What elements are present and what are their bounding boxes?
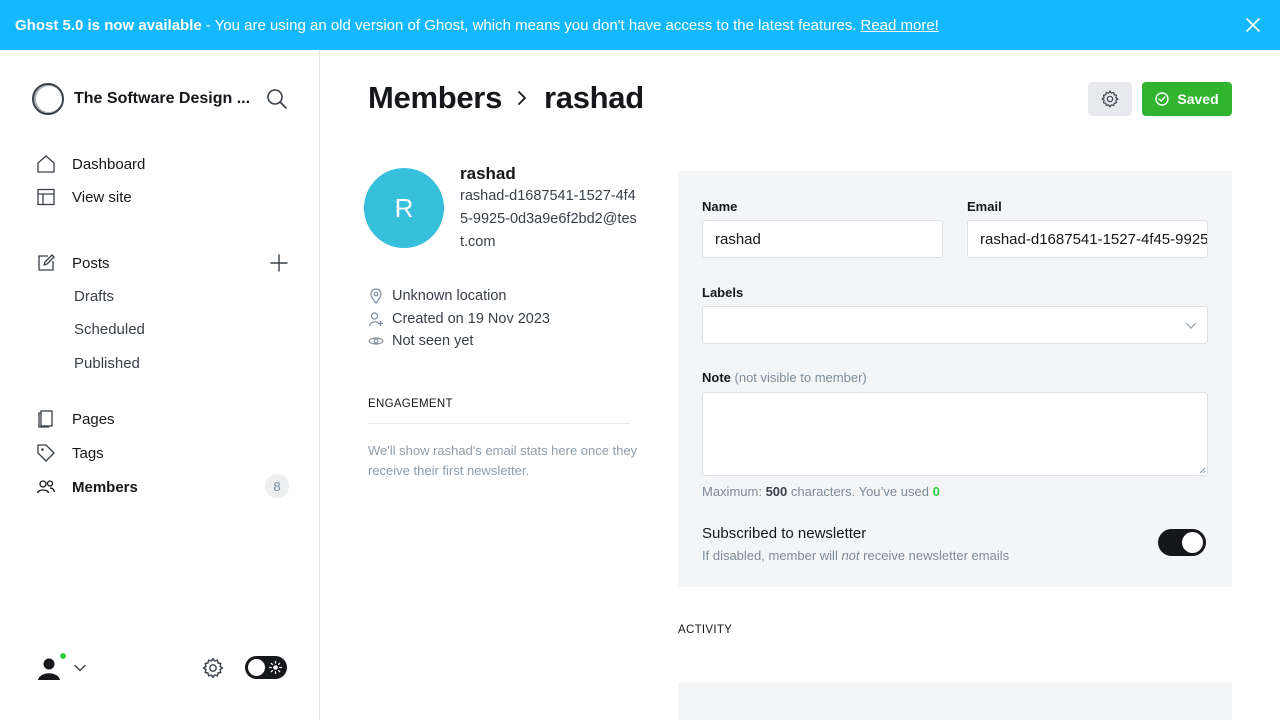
- search-icon[interactable]: [266, 88, 288, 110]
- char-count-used: 0: [932, 484, 940, 499]
- char-count-mid: characters. You’ve used: [790, 484, 929, 499]
- close-icon[interactable]: [1244, 16, 1262, 34]
- banner-message: - You are using an old version of Ghost,…: [205, 16, 857, 34]
- banner-read-more-link[interactable]: Read more!: [860, 17, 938, 34]
- site-logo[interactable]: [32, 83, 64, 115]
- sidebar: The Software Design ... Dashboard View s…: [0, 50, 320, 720]
- theme-toggle[interactable]: [245, 656, 287, 679]
- sidebar-item-label: Dashboard: [72, 155, 146, 173]
- note-char-count: Maximum: 500 characters. You’ve used 0: [702, 484, 940, 499]
- check-circle-icon: [1155, 92, 1170, 106]
- email-field[interactable]: rashad-d1687541-1527-4f45-9925-0d3a9e6f2…: [967, 220, 1208, 258]
- user-add-icon: [368, 312, 383, 327]
- sidebar-item-label: Members: [72, 478, 138, 496]
- created-text: Created on 19 Nov 2023: [392, 311, 550, 327]
- layout-icon: [37, 188, 55, 206]
- sidebar-item-published[interactable]: Published: [74, 355, 140, 372]
- banner-title: Ghost 5.0 is now available: [15, 16, 202, 34]
- member-last-seen: Not seen yet: [368, 333, 473, 349]
- newsletter-toggle[interactable]: [1158, 529, 1206, 556]
- name-label: Name: [702, 199, 738, 214]
- char-count-prefix: Maximum:: [702, 484, 762, 499]
- pages-icon: [38, 410, 53, 428]
- eye-icon: [368, 337, 384, 345]
- sidebar-item-label: View site: [72, 188, 132, 206]
- online-status-dot: [58, 651, 68, 661]
- char-count-max: 500: [765, 484, 788, 499]
- location-text: Unknown location: [392, 288, 507, 304]
- labels-select[interactable]: [702, 306, 1208, 344]
- activity-panel: [678, 682, 1232, 720]
- member-email: rashad-d1687541-1527-4f45-9925-0d3a9e6f2…: [460, 188, 637, 250]
- divider: [368, 423, 630, 424]
- plus-icon[interactable]: [268, 252, 290, 274]
- site-title[interactable]: The Software Design ...: [74, 90, 254, 108]
- page-title: Members rashad: [368, 80, 644, 116]
- members-count-badge: 8: [265, 474, 289, 498]
- note-hint: (not visible to member): [734, 370, 867, 385]
- breadcrumb-members-link[interactable]: Members: [368, 80, 502, 116]
- email-label: Email: [967, 199, 1002, 214]
- sidebar-item-posts[interactable]: Posts: [36, 253, 110, 273]
- newsletter-desc-a: If disabled, member will: [702, 548, 838, 563]
- sidebar-item-members[interactable]: Members: [36, 477, 138, 497]
- newsletter-title: Subscribed to newsletter: [702, 525, 867, 542]
- chevron-down-icon: [1185, 322, 1197, 329]
- last-seen-text: Not seen yet: [392, 333, 474, 349]
- member-created: Created on 19 Nov 2023: [368, 311, 550, 327]
- sun-icon: [269, 661, 282, 674]
- home-icon: [37, 155, 55, 173]
- member-name: rashad: [460, 164, 516, 183]
- sidebar-item-drafts[interactable]: Drafts: [74, 288, 114, 305]
- toggle-knob: [1182, 532, 1203, 553]
- newsletter-desc-b: receive newsletter emails: [863, 548, 1010, 563]
- saved-button[interactable]: Saved: [1142, 82, 1232, 116]
- upgrade-banner: Ghost 5.0 is now available - You are usi…: [0, 0, 1280, 50]
- name-field[interactable]: rashad: [702, 220, 943, 258]
- member-settings-button[interactable]: [1088, 82, 1132, 116]
- newsletter-desc-em: not: [841, 548, 860, 563]
- sidebar-item-label: Pages: [72, 410, 115, 428]
- sidebar-item-label: Tags: [72, 444, 104, 462]
- gear-icon: [1101, 90, 1119, 108]
- breadcrumb-current: rashad: [544, 80, 644, 115]
- sidebar-item-scheduled[interactable]: Scheduled: [74, 321, 145, 338]
- chevron-right-icon: [518, 91, 527, 105]
- gear-icon[interactable]: [201, 656, 225, 680]
- activity-heading: ACTIVITY: [678, 624, 733, 636]
- engagement-heading: ENGAGEMENT: [368, 398, 453, 410]
- note-textarea[interactable]: [702, 392, 1208, 476]
- sidebar-item-tags[interactable]: Tags: [36, 443, 104, 463]
- member-avatar: R: [364, 168, 444, 248]
- engagement-text: We'll show rashad's email stats here onc…: [368, 443, 638, 478]
- labels-label: Labels: [702, 285, 744, 300]
- note-label: Note (not visible to member): [702, 370, 867, 385]
- location-pin-icon: [370, 288, 382, 304]
- sidebar-item-view-site[interactable]: View site: [36, 187, 132, 207]
- members-icon: [36, 480, 56, 494]
- saved-label: Saved: [1177, 91, 1219, 107]
- sidebar-item-label: Posts: [72, 254, 110, 272]
- chevron-down-icon[interactable]: [74, 662, 86, 674]
- note-label-text: Note: [702, 370, 731, 385]
- edit-icon: [38, 254, 55, 271]
- sidebar-item-pages[interactable]: Pages: [36, 409, 115, 429]
- member-location: Unknown location: [368, 288, 506, 304]
- tag-icon: [37, 444, 55, 462]
- toggle-knob: [248, 659, 265, 676]
- resize-handle-icon[interactable]: [1198, 466, 1206, 474]
- sidebar-item-dashboard[interactable]: Dashboard: [36, 154, 145, 174]
- newsletter-description: If disabled, member will not receive new…: [702, 548, 1009, 563]
